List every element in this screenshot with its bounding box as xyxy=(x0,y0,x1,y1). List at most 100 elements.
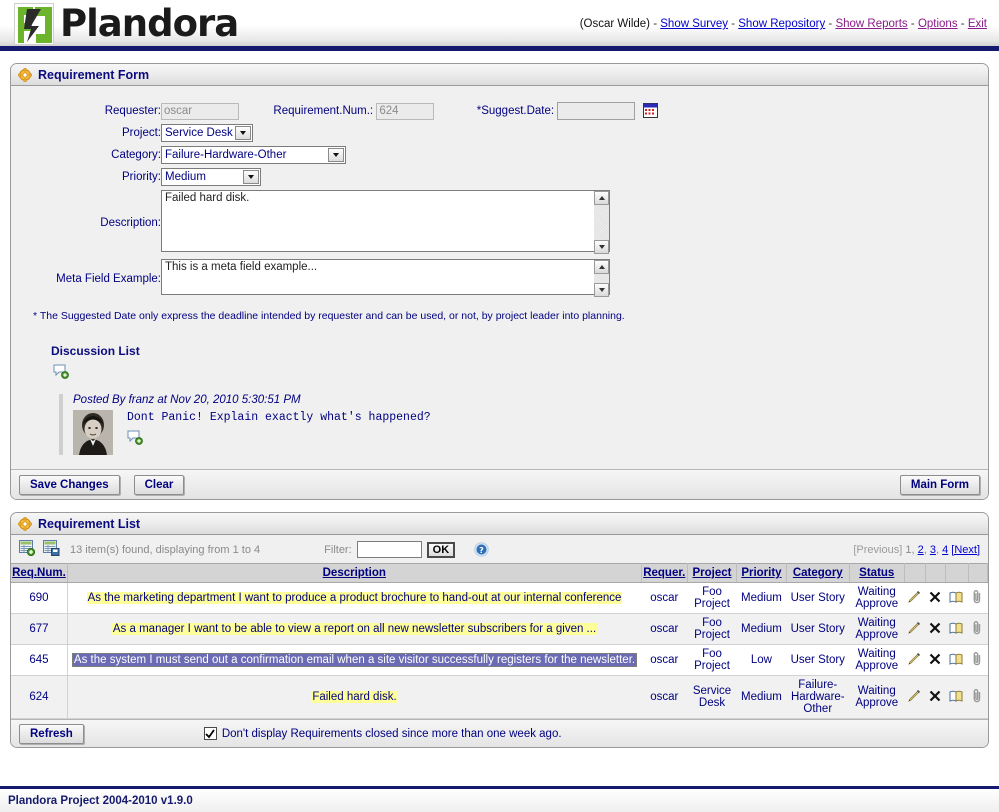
discussion-post-meta: Posted By franz at Nov 20, 2010 5:30:51 … xyxy=(73,394,301,406)
requirement-number-input[interactable] xyxy=(376,102,435,120)
nav-link-exit[interactable]: Exit xyxy=(968,18,987,30)
close-delete-icon[interactable] xyxy=(925,613,946,645)
hide-closed-checkbox-row[interactable]: Don't display Requirements closed since … xyxy=(203,727,562,740)
discussion-post: Posted By franz at Nov 20, 2010 5:30:51 … xyxy=(59,394,988,455)
column-header-requester[interactable]: Requer. xyxy=(641,563,688,583)
cell-reqnum: 690 xyxy=(11,582,68,614)
footer-text: Plandora Project 2004-2010 v1.9.0 xyxy=(8,794,193,807)
pagination-page-4[interactable]: 4 xyxy=(942,544,948,556)
paperclip-attach-icon[interactable] xyxy=(968,675,988,719)
new-record-icon[interactable] xyxy=(19,540,36,559)
cell-reqnum: 677 xyxy=(11,613,68,645)
close-delete-icon[interactable] xyxy=(925,644,946,676)
pagination-next[interactable]: [Next] xyxy=(951,544,980,556)
column-header-edit xyxy=(904,563,926,583)
nav-link-options[interactable]: Options xyxy=(918,18,958,30)
chevron-down-icon xyxy=(243,170,259,184)
description-textarea[interactable]: Failed hard disk. xyxy=(161,190,610,252)
list-footer: Refresh Don't display Requirements close… xyxy=(11,719,988,747)
requester-input[interactable] xyxy=(161,102,239,120)
nav-link-show-survey[interactable]: Show Survey xyxy=(660,18,728,30)
description-scrollbar[interactable] xyxy=(594,191,609,254)
paperclip-attach-icon[interactable] xyxy=(968,582,988,614)
form-row-category: Category: Failure-Hardware-Other xyxy=(11,144,658,166)
cell-description[interactable]: As the marketing department I want to pr… xyxy=(67,582,642,614)
add-comment-icon[interactable] xyxy=(53,364,988,382)
column-header-description[interactable]: Description xyxy=(67,563,642,583)
refresh-button[interactable]: Refresh xyxy=(19,723,84,744)
scroll-up-icon[interactable] xyxy=(594,260,609,274)
scroll-track[interactable] xyxy=(594,205,609,240)
description-label: Description: xyxy=(100,216,161,229)
cell-description[interactable]: As the system I must send out a confirma… xyxy=(67,644,642,676)
close-delete-icon[interactable] xyxy=(925,675,946,719)
hide-closed-checkbox[interactable] xyxy=(203,727,217,740)
priority-select[interactable]: Medium xyxy=(161,168,261,186)
requester-label: Requester: xyxy=(104,105,161,117)
project-cell: Service Desk xyxy=(161,122,658,144)
table-row[interactable]: 677 As a manager I want to be able to vie… xyxy=(11,613,988,645)
suggested-date-note: * The Suggested Date only express the de… xyxy=(33,310,625,322)
pagination-comma: , xyxy=(935,543,940,556)
scroll-track[interactable] xyxy=(594,274,609,283)
requirement-form-table: Requester: Requirement.Num.: *Suggest.Da… xyxy=(11,100,658,300)
discussion-post-row: Dont Panic! Explain exactly what's happe… xyxy=(73,410,988,455)
table-row[interactable]: 690 As the marketing department I want to… xyxy=(11,582,988,614)
main-form-button[interactable]: Main Form xyxy=(899,474,980,495)
cell-description[interactable]: As a manager I want to be able to view a… xyxy=(67,613,642,645)
meta-field-textarea[interactable]: This is a meta field example... xyxy=(161,259,610,295)
add-comment-icon[interactable] xyxy=(127,430,431,448)
filter-ok-button[interactable]: OK xyxy=(426,541,456,558)
nav-link-show-repository[interactable]: Show Repository xyxy=(738,18,825,30)
cell-priority: Medium xyxy=(736,613,787,645)
help-icon[interactable]: ? xyxy=(474,542,489,557)
save-changes-button[interactable]: Save Changes xyxy=(19,474,120,495)
nav-link-show-reports[interactable]: Show Reports xyxy=(835,18,907,30)
copy-icon[interactable] xyxy=(945,582,969,614)
column-header-reqnum[interactable]: Req.Num. xyxy=(11,563,68,583)
scroll-down-icon[interactable] xyxy=(594,240,609,254)
meta-field-scrollbar[interactable] xyxy=(594,260,609,297)
column-header-project[interactable]: Project xyxy=(687,563,738,583)
app-header: Plandora (Oscar Wilde) - Show Survey - S… xyxy=(0,0,999,51)
cell-description[interactable]: Failed hard disk. xyxy=(67,675,642,719)
pencil-edit-icon[interactable] xyxy=(904,613,926,645)
cell-category: User Story xyxy=(786,644,850,676)
paperclip-attach-icon[interactable] xyxy=(968,644,988,676)
pencil-edit-icon[interactable] xyxy=(904,644,926,676)
priority-select-value: Medium xyxy=(165,171,206,183)
calendar-icon[interactable] xyxy=(642,103,658,119)
table-row[interactable]: 645 As the system I must send out a confi… xyxy=(11,644,988,676)
table-row[interactable]: 624 Failed hard disk. oscar Service Desk Med… xyxy=(11,675,988,719)
items-found-text: 13 item(s) found, displaying from 1 to 4 xyxy=(70,543,261,556)
column-header-copy xyxy=(945,563,969,583)
scroll-up-icon[interactable] xyxy=(594,191,609,205)
paperclip-attach-icon[interactable] xyxy=(968,613,988,645)
meta-field-cell: This is a meta field example... xyxy=(161,257,658,300)
pencil-edit-icon[interactable] xyxy=(904,582,926,614)
requirement-form-body: Requester: Requirement.Num.: *Suggest.Da… xyxy=(11,100,988,499)
category-select[interactable]: Failure-Hardware-Other xyxy=(161,146,346,164)
scroll-down-icon[interactable] xyxy=(594,283,609,297)
column-header-category[interactable]: Category xyxy=(786,563,850,583)
copy-icon[interactable] xyxy=(945,644,969,676)
cell-category: User Story xyxy=(786,582,850,614)
requester-cell: Requirement.Num.: *Suggest.Date: xyxy=(161,100,658,122)
pencil-edit-icon[interactable] xyxy=(904,675,926,719)
cell-requester: oscar xyxy=(641,675,688,719)
close-delete-icon[interactable] xyxy=(925,582,946,614)
cell-category: User Story xyxy=(786,613,850,645)
suggest-date-input[interactable] xyxy=(557,102,636,120)
list-toolbar: 13 item(s) found, displaying from 1 to 4… xyxy=(11,535,988,563)
meta-field-label: Meta Field Example: xyxy=(56,272,161,285)
column-header-priority[interactable]: Priority xyxy=(736,563,787,583)
export-record-icon[interactable] xyxy=(43,540,60,559)
nav-separator: - xyxy=(731,18,736,30)
column-header-status[interactable]: Status xyxy=(849,563,905,583)
copy-icon[interactable] xyxy=(945,675,969,719)
project-select[interactable]: Service Desk xyxy=(161,124,253,142)
chevron-down-icon xyxy=(328,148,344,162)
filter-input[interactable] xyxy=(356,541,422,558)
clear-button[interactable]: Clear xyxy=(133,474,185,495)
copy-icon[interactable] xyxy=(945,613,969,645)
